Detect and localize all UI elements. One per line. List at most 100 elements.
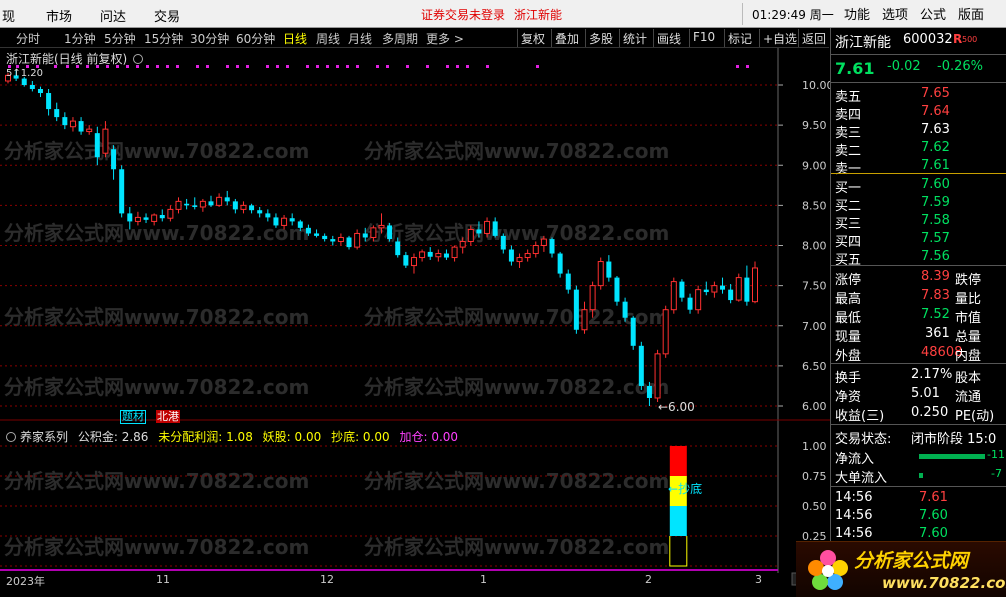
candle-body — [305, 227, 311, 234]
stat-row[interactable]: 换手 2.17% 股本 — [831, 366, 1006, 386]
indicator-jiacang: 加仓: 0.00 — [399, 430, 459, 444]
stat-label: 外盘 — [835, 349, 862, 364]
candle-body — [687, 297, 693, 310]
menu-item-market[interactable]: 市场 — [46, 6, 72, 25]
quote-header: 浙江新能 600032 R 500 — [831, 31, 1006, 53]
indicator-yao: 妖股: 0.00 — [262, 430, 322, 444]
indicator-header: 养家系列 公积金: 2.86 未分配利润: 1.08 妖股: 0.00 抄底: … — [6, 428, 458, 445]
tick-price: 7.60 — [919, 508, 948, 523]
bid-row[interactable]: 买四 7.57 — [831, 230, 1006, 250]
ask-row[interactable]: 卖二 7.62 — [831, 139, 1006, 159]
tool-overlay-button[interactable]: 叠加 — [551, 29, 582, 47]
stat-label: 净资 — [835, 390, 862, 405]
ask-price: 7.64 — [921, 104, 950, 119]
quote-price-row: 7.61 -0.02 -0.26% — [831, 58, 1006, 80]
menu-item-wenda[interactable]: 问达 — [100, 6, 126, 25]
period-tab-more[interactable]: 更多 > — [426, 30, 464, 47]
candle-body — [711, 285, 718, 293]
stat-row[interactable]: 现量 361 总量 — [831, 325, 1006, 345]
current-price: 7.61 — [835, 59, 875, 78]
candle-body — [224, 197, 230, 202]
candle-body — [216, 196, 223, 206]
stat-row[interactable]: 最高 7.83 量比 — [831, 287, 1006, 307]
tool-fuquan-button[interactable]: 复权 — [517, 29, 548, 47]
candle-body — [46, 93, 52, 110]
indicator-name[interactable]: 养家系列 — [20, 430, 68, 444]
candle-body — [78, 121, 84, 132]
login-warning[interactable]: 证券交易未登录 — [421, 6, 505, 23]
period-tab-fenshi[interactable]: 分时 — [16, 30, 40, 47]
stat-row[interactable]: 最低 7.52 市值 — [831, 306, 1006, 326]
flow-row: 大单流入 -7 — [831, 466, 1006, 486]
menu-item-function[interactable]: 功能 — [844, 4, 870, 23]
tool-add-favorite-button[interactable]: +自选 — [759, 29, 800, 47]
signal-dot — [266, 65, 269, 68]
kline-chart[interactable]: 分析家公式网www.70822.com 分析家公式网www.70822.com 分析… — [0, 48, 834, 597]
date-label: 1 — [480, 573, 487, 586]
signal-dot — [176, 65, 179, 68]
menu-item-market-partial[interactable]: 现 — [2, 6, 15, 25]
chart-title-text: 浙江新能(日线 前复权) — [6, 52, 128, 66]
stat-row[interactable]: 涨停 8.39 跌停 — [831, 268, 1006, 288]
candle-body — [492, 221, 498, 236]
menu-item-layout[interactable]: 版面 — [958, 4, 984, 23]
tick-row[interactable]: 14:56 7.60 — [831, 507, 1006, 526]
candle-body — [134, 216, 141, 222]
chart-canvas[interactable]: 分析家公式网www.70822.com 分析家公式网www.70822.com 分析… — [0, 48, 834, 597]
period-tab-multi[interactable]: 多周期 — [382, 30, 418, 47]
bid-row[interactable]: 买二 7.59 — [831, 194, 1006, 214]
tool-draw-button[interactable]: 画线 — [653, 29, 684, 47]
menu-item-options[interactable]: 选项 — [882, 4, 908, 23]
tool-stats-button[interactable]: 统计 — [619, 29, 650, 47]
flow-value: -7 — [991, 467, 1002, 480]
candle-body — [240, 204, 247, 210]
period-tab-60min[interactable]: 60分钟 — [236, 30, 275, 47]
candle-body — [500, 235, 506, 250]
period-tab-weekly[interactable]: 周线 — [316, 30, 340, 47]
settings-circle-icon[interactable] — [133, 54, 144, 64]
menu-item-trade[interactable]: 交易 — [154, 6, 180, 25]
candle-body — [679, 281, 685, 298]
candle-body — [346, 237, 352, 248]
beigang-tag[interactable]: 北港 — [156, 410, 180, 423]
stat-row[interactable]: 收益(三) 0.250 PE(动) — [831, 404, 1006, 424]
indicator-settings-icon[interactable] — [6, 432, 16, 442]
bid-row[interactable]: 买一 7.60 — [831, 176, 1006, 196]
tool-multistock-button[interactable]: 多股 — [585, 29, 616, 47]
tick-row[interactable]: 14:56 7.61 — [831, 489, 1006, 508]
tool-mark-button[interactable]: 标记 — [724, 29, 755, 47]
stat-right-label: 股本 — [955, 371, 982, 386]
period-tab-5min[interactable]: 5分钟 — [104, 30, 136, 47]
logo-url: www.70822.com — [882, 574, 1006, 592]
divider — [831, 82, 1006, 83]
candle-body — [370, 227, 377, 238]
menu-item-formula[interactable]: 公式 — [920, 4, 946, 23]
signal-dot — [196, 65, 199, 68]
period-tab-daily[interactable]: 日线 — [283, 30, 307, 47]
watermark-text: 分析家公式网www.70822.com — [364, 375, 669, 399]
ask-row[interactable]: 卖三 7.63 — [831, 121, 1006, 141]
candle-body — [249, 205, 255, 211]
tick-time: 14:56 — [835, 526, 873, 541]
stat-row[interactable]: 外盘 48608 内盘 — [831, 344, 1006, 364]
tool-back-button[interactable]: 返回 — [798, 29, 829, 47]
candle-body — [403, 255, 409, 266]
ask-row[interactable]: 卖五 7.65 — [831, 85, 1006, 105]
ask-row[interactable]: 卖四 7.64 — [831, 103, 1006, 123]
theme-tag[interactable]: 题材 — [120, 410, 146, 424]
period-tab-1min[interactable]: 1分钟 — [64, 30, 96, 47]
period-tab-monthly[interactable]: 月线 — [348, 30, 372, 47]
candle-body — [378, 224, 385, 229]
stat-row[interactable]: 净资 5.01 流通 — [831, 385, 1006, 405]
tool-f10-button[interactable]: F10 — [689, 29, 718, 47]
period-tab-15min[interactable]: 15分钟 — [144, 30, 183, 47]
candle-body — [362, 233, 368, 238]
chaodi-marker-label: ←抄底 — [668, 482, 703, 496]
signal-dot — [226, 65, 229, 68]
signal-dot — [456, 65, 459, 68]
watermark-text: 分析家公式网www.70822.com — [4, 221, 309, 245]
bid-row[interactable]: 买三 7.58 — [831, 212, 1006, 232]
period-tab-30min[interactable]: 30分钟 — [190, 30, 229, 47]
candle-body — [37, 89, 43, 94]
candle-body — [752, 267, 758, 303]
